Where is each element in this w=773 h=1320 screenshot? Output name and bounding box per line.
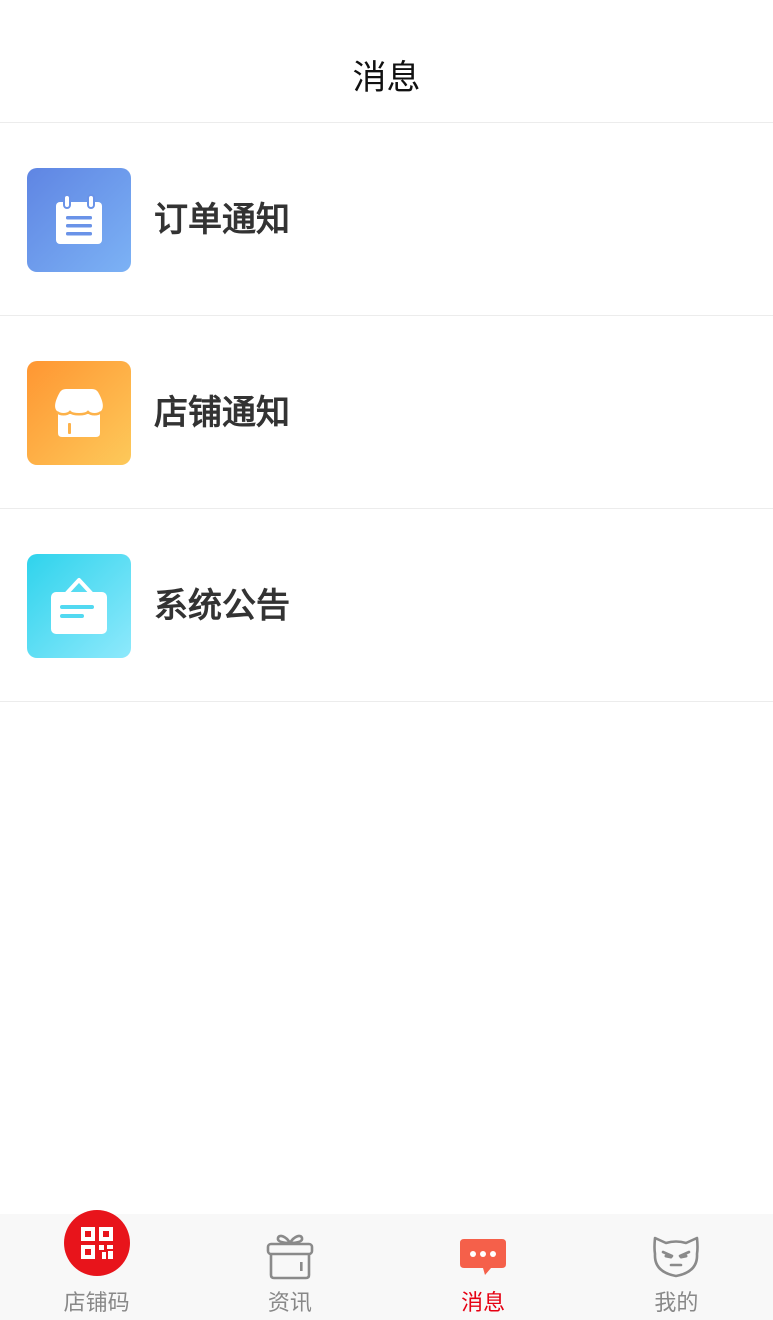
clipboard-icon	[27, 168, 131, 272]
tab-label: 我的	[654, 1291, 699, 1316]
tab-profile[interactable]: 我的	[580, 1214, 773, 1320]
list-item-label: 系统公告	[154, 586, 290, 626]
messages-page: 消息 订单通知 店铺通知 系统公告 店铺码 资讯 消息 我的	[0, 0, 773, 1320]
qr-code-icon	[63, 1210, 130, 1276]
tab-label: 资讯	[267, 1291, 312, 1316]
tab-messages[interactable]: 消息	[387, 1214, 580, 1320]
tab-label: 店铺码	[63, 1291, 130, 1316]
page-title: 消息	[352, 58, 421, 98]
list-item-order-notice[interactable]: 订单通知	[0, 123, 773, 316]
list-item-label: 订单通知	[154, 200, 290, 240]
list-item-shop-notice[interactable]: 店铺通知	[0, 316, 773, 509]
list-item-system-announcement[interactable]: 系统公告	[0, 509, 773, 702]
tab-shop-code[interactable]: 店铺码	[0, 1210, 193, 1320]
shop-icon	[27, 361, 131, 465]
header-bar: 消息	[0, 0, 773, 123]
message-category-list: 订单通知 店铺通知 系统公告	[0, 123, 773, 702]
tab-label: 消息	[461, 1291, 506, 1316]
tab-news[interactable]: 资讯	[193, 1214, 386, 1320]
gift-icon	[264, 1230, 316, 1282]
chat-bubble-icon	[457, 1230, 509, 1282]
list-item-label: 店铺通知	[154, 393, 290, 433]
devil-face-icon	[650, 1230, 702, 1282]
notice-board-icon	[27, 554, 131, 658]
bottom-tab-bar: 店铺码 资讯 消息 我的	[0, 1210, 773, 1320]
